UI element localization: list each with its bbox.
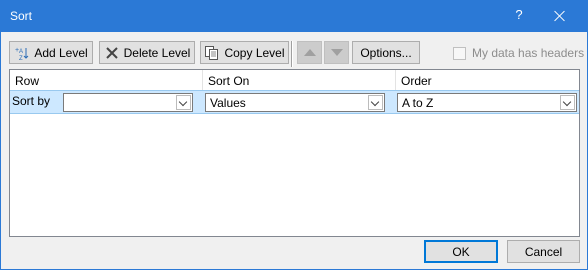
add-level-label: Add Level: [34, 45, 88, 60]
cancel-button[interactable]: Cancel: [507, 240, 580, 263]
move-up-button[interactable]: [297, 41, 322, 64]
title-bar: Sort ?: [1, 1, 587, 32]
column-header-order: Order: [401, 74, 432, 88]
help-button[interactable]: ?: [511, 7, 527, 25]
sort-on-select[interactable]: Values: [205, 93, 385, 112]
dialog-title: Sort: [10, 9, 33, 23]
sort-dialog: Sort ? + A Z Add Level Delete Level Copy…: [0, 0, 588, 270]
delete-x-icon: [104, 45, 120, 61]
toolbar-separator: [291, 41, 293, 67]
sort-levels-grid: Row Sort On Order Sort by Values A to Z: [9, 69, 580, 237]
column-header-sort-on: Sort On: [203, 70, 396, 90]
copy-icon: [204, 45, 220, 61]
add-level-button[interactable]: + A Z Add Level: [9, 41, 93, 64]
copy-level-label: Copy Level: [224, 45, 285, 60]
chevron-down-icon[interactable]: [176, 95, 191, 110]
close-icon[interactable]: [551, 7, 569, 25]
sort-on-value: Values: [210, 96, 246, 110]
arrow-down-icon: [330, 49, 343, 56]
add-level-icon: + A Z: [14, 45, 30, 61]
move-down-button[interactable]: [324, 41, 349, 64]
svg-text:Z: Z: [19, 56, 23, 61]
ok-label: OK: [452, 244, 470, 259]
options-button[interactable]: Options...: [352, 41, 420, 64]
order-value: A to Z: [402, 96, 434, 110]
copy-level-button[interactable]: Copy Level: [200, 41, 289, 64]
row-column-select[interactable]: [63, 93, 193, 112]
checkbox-box[interactable]: [453, 46, 466, 60]
arrow-up-icon: [303, 49, 316, 56]
my-data-has-headers-checkbox[interactable]: My data has headers: [453, 46, 584, 60]
delete-level-button[interactable]: Delete Level: [99, 41, 195, 64]
chevron-down-icon[interactable]: [560, 95, 575, 110]
delete-level-label: Delete Level: [123, 45, 191, 60]
sort-level-row[interactable]: Sort by Values A to Z: [10, 90, 579, 114]
cancel-label: Cancel: [524, 244, 563, 259]
chevron-down-icon[interactable]: [368, 95, 383, 110]
grid-header: Row Sort On Order: [10, 70, 579, 90]
sort-by-label: Sort by: [12, 94, 51, 108]
order-select[interactable]: A to Z: [397, 93, 577, 112]
ok-button[interactable]: OK: [424, 240, 498, 263]
svg-text:A: A: [19, 49, 23, 55]
options-label: Options...: [360, 45, 412, 60]
my-data-has-headers-label: My data has headers: [472, 46, 585, 60]
column-header-row: Row: [10, 70, 203, 90]
